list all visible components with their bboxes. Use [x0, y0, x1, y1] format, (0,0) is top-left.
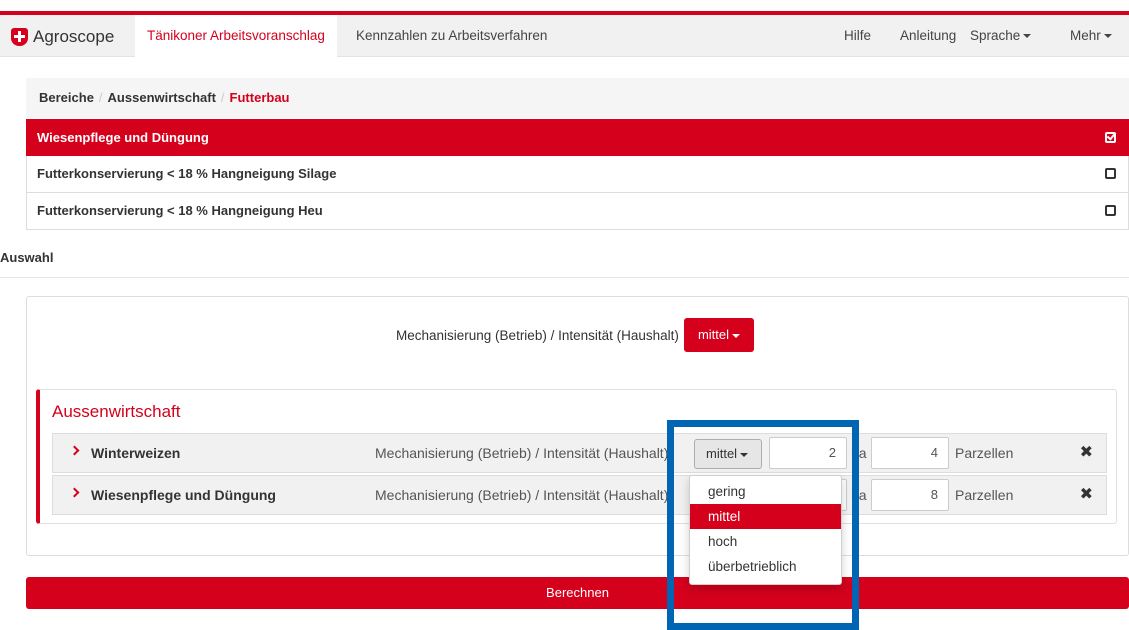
- caret-down-icon: [1103, 34, 1112, 39]
- row-name[interactable]: Wiesenpflege und Düngung: [91, 476, 276, 514]
- list-item-silage[interactable]: Futterkonservierung < 18 % Hangneigung S…: [26, 156, 1129, 193]
- parzellen-unit: Parzellen: [955, 445, 1014, 461]
- section-title: Aussenwirtschaft: [52, 402, 181, 421]
- dropdown-option-mittel[interactable]: mittel: [690, 504, 841, 529]
- breadcrumb-aussenwirtschaft[interactable]: Aussenwirtschaft: [108, 90, 216, 105]
- brand-name: Agroscope: [33, 27, 115, 46]
- navbar: Agroscope Tänikoner Arbeitsvoranschlag K…: [0, 15, 1129, 57]
- caret-down-icon: [740, 452, 749, 457]
- nav-mehr[interactable]: Mehr: [1058, 15, 1124, 57]
- breadcrumb-separator: /: [98, 90, 103, 105]
- tab-kennzahlen[interactable]: Kennzahlen zu Arbeitsverfahren: [344, 15, 559, 57]
- top-strip: [0, 0, 1129, 11]
- unchecked-box-icon: [1105, 205, 1116, 216]
- unchecked-box-icon: [1105, 168, 1116, 179]
- list-item-label: Futterkonservierung < 18 % Hangneigung H…: [37, 203, 323, 218]
- swiss-shield-icon: [11, 28, 28, 46]
- brand-link[interactable]: Agroscope: [11, 26, 114, 48]
- chevron-right-icon[interactable]: [69, 487, 80, 498]
- row-mech-select-value: mittel: [706, 446, 738, 461]
- list-item-heu[interactable]: Futterkonservierung < 18 % Hangneigung H…: [26, 193, 1129, 230]
- nav-anleitung[interactable]: Anleitung: [888, 15, 968, 57]
- breadcrumb: Bereiche / Aussenwirtschaft / Futterbau: [26, 78, 1129, 118]
- list-item-wiesenpflege[interactable]: Wiesenpflege und Düngung: [26, 119, 1129, 156]
- nav-sprache[interactable]: Sprache: [958, 15, 1043, 57]
- caret-down-icon: [1023, 34, 1032, 39]
- dropdown-option-ueberbetrieblich[interactable]: überbetrieblich: [690, 554, 841, 579]
- ha-unit: ha: [851, 487, 867, 503]
- ha-unit: ha: [851, 445, 867, 461]
- breadcrumb-separator: /: [220, 90, 225, 105]
- global-mech-value: mittel: [697, 327, 730, 342]
- breadcrumb-futterbau: Futterbau: [229, 90, 290, 105]
- nav-hilfe[interactable]: Hilfe: [832, 15, 883, 57]
- parzellen-input[interactable]: 8: [871, 479, 949, 511]
- row-mech-label: Mechanisierung (Betrieb) / Intensität (H…: [375, 487, 669, 503]
- parzellen-input[interactable]: 4: [871, 437, 949, 469]
- checked-box-icon: [1105, 130, 1117, 143]
- row-mech-label: Mechanisierung (Betrieb) / Intensität (H…: [375, 445, 669, 461]
- list-item-label: Futterkonservierung < 18 % Hangneigung S…: [37, 166, 337, 181]
- table-row: Winterweizen Mechanisierung (Betrieb) / …: [52, 433, 1107, 473]
- nav-mehr-label: Mehr: [1070, 28, 1101, 43]
- dropdown-option-hoch[interactable]: hoch: [690, 529, 841, 554]
- berechnen-button[interactable]: Berechnen: [26, 577, 1129, 609]
- caret-down-icon: [732, 333, 741, 338]
- remove-icon[interactable]: ✖: [1080, 476, 1093, 514]
- global-mech-label: Mechanisierung (Betrieb) / Intensität (H…: [396, 328, 679, 343]
- verfahren-list: Wiesenpflege und Düngung Futterkonservie…: [26, 119, 1129, 230]
- nav-sprache-label: Sprache: [970, 28, 1021, 43]
- parzellen-unit: Parzellen: [955, 487, 1014, 503]
- global-mech-dropdown-button[interactable]: mittel: [684, 318, 754, 352]
- chevron-right-icon[interactable]: [69, 445, 80, 456]
- breadcrumb-bereiche[interactable]: Bereiche: [39, 90, 94, 105]
- mech-dropdown-menu: gering mittel hoch überbetrieblich: [689, 475, 842, 585]
- row-name[interactable]: Winterweizen: [91, 434, 180, 472]
- auswahl-heading: Auswahl: [0, 250, 1129, 278]
- ha-input[interactable]: 2: [769, 437, 847, 469]
- remove-icon[interactable]: ✖: [1080, 434, 1093, 472]
- tab-arbeitsvoranschlag[interactable]: Tänikoner Arbeitsvoranschlag: [135, 15, 337, 57]
- list-item-label: Wiesenpflege und Düngung: [37, 130, 209, 145]
- dropdown-option-gering[interactable]: gering: [690, 479, 841, 504]
- row-mech-select[interactable]: mittel: [694, 439, 762, 469]
- table-row: Wiesenpflege und Düngung Mechanisierung …: [52, 475, 1107, 515]
